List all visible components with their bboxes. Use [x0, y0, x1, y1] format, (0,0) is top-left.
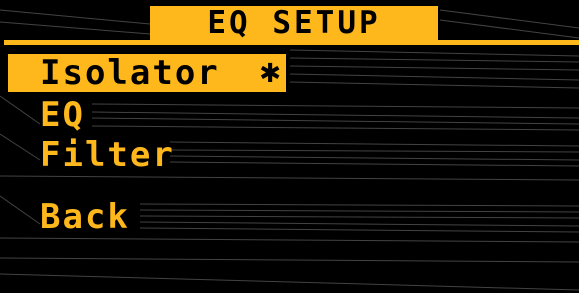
title-divider: [4, 40, 579, 45]
eq-setup-screen: EQ SETUP Isolator ✱ EQ Filter Back: [0, 0, 579, 293]
title-bar: EQ SETUP: [150, 6, 438, 40]
menu-item-label: Filter: [40, 135, 175, 175]
menu-item-label: EQ: [40, 95, 85, 135]
menu-item-label: Isolator: [40, 53, 220, 93]
asterisk-marker-icon: ✱: [260, 51, 281, 91]
menu-item-label: Back: [40, 197, 130, 237]
page-title: EQ SETUP: [207, 5, 381, 41]
